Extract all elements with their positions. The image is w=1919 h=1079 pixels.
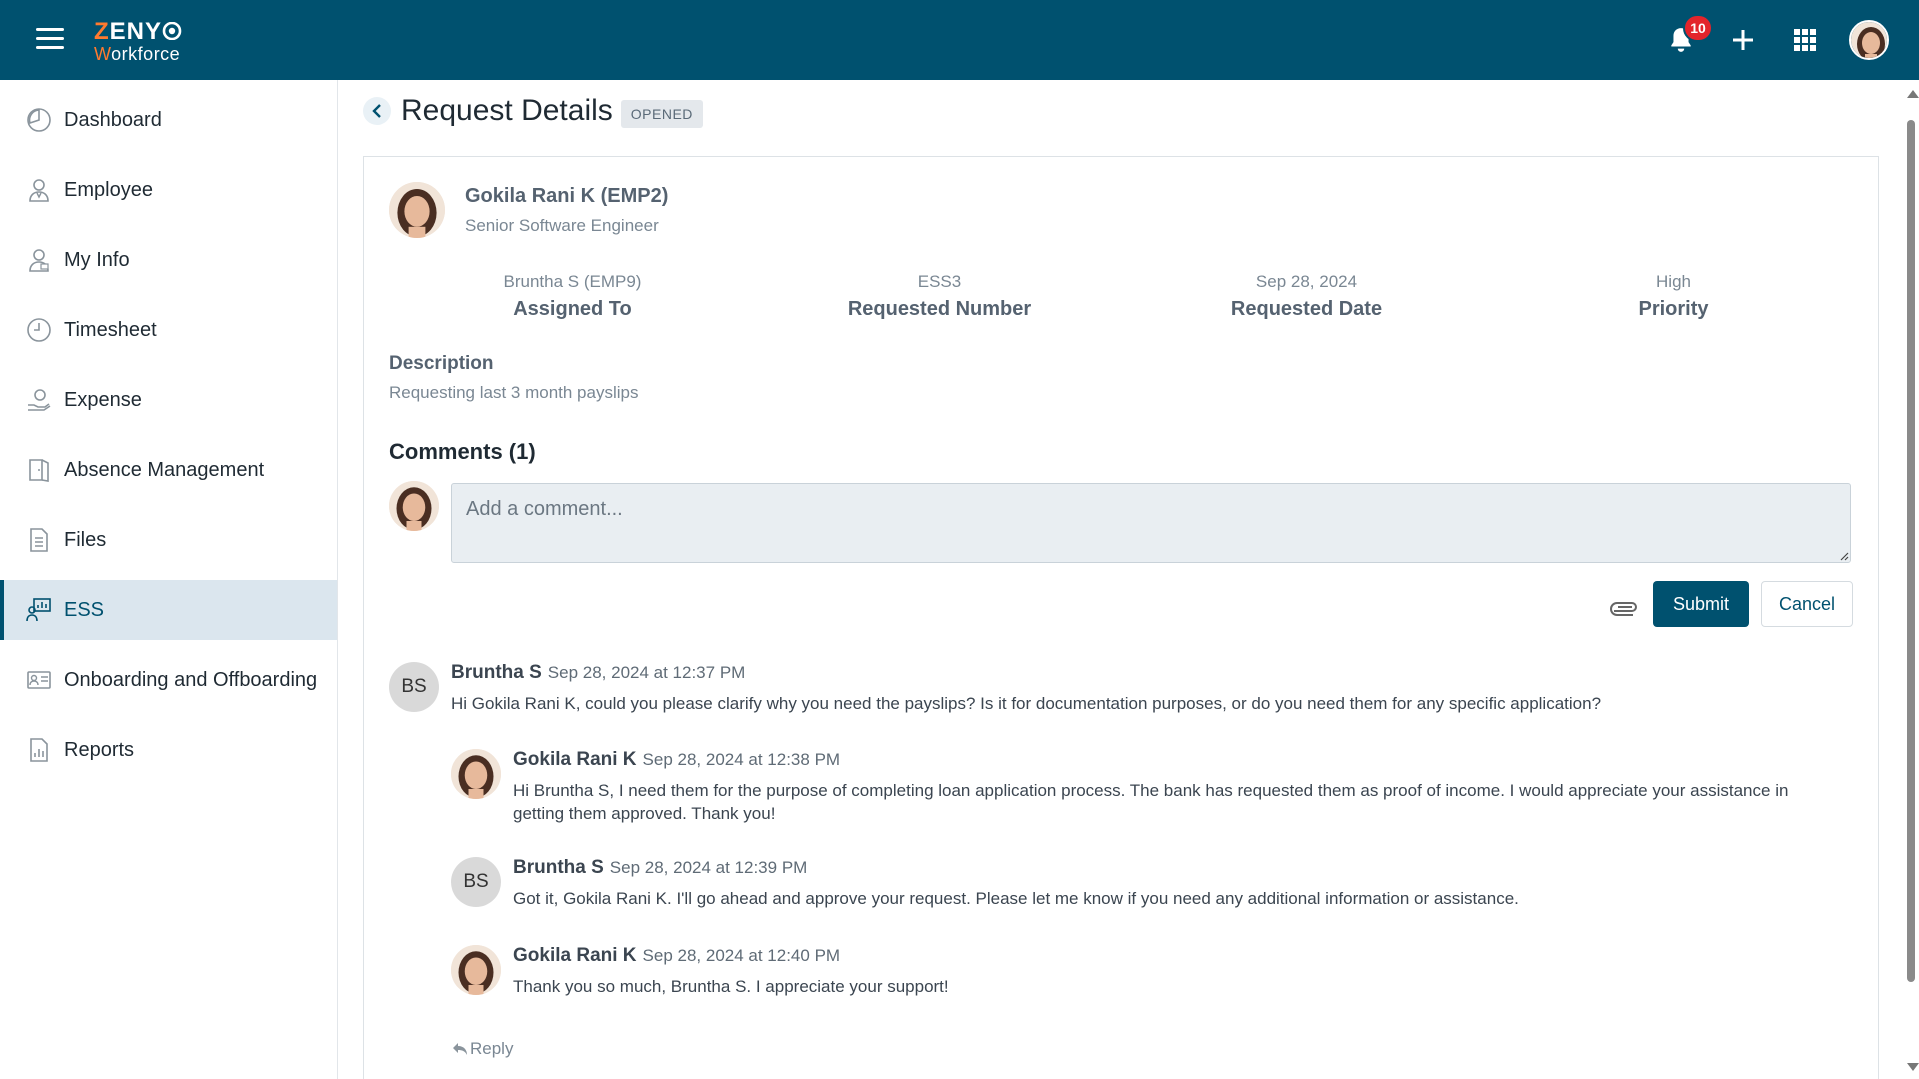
info-priority: High Priority	[1638, 272, 1709, 320]
current-user-photo-icon	[389, 481, 439, 531]
user-avatar[interactable]	[1849, 20, 1889, 60]
plus-icon	[1733, 30, 1753, 50]
comment-reply-avatar	[451, 945, 501, 995]
description-title: Description	[389, 353, 494, 374]
reply-author-photo-icon	[451, 945, 501, 995]
comment-input[interactable]	[451, 483, 1851, 563]
logo-eye-icon	[162, 21, 182, 41]
resize-grip-icon[interactable]	[1839, 551, 1849, 561]
report-icon	[26, 737, 52, 763]
sidebar-item-reports[interactable]: Reports	[0, 720, 337, 780]
info-assigned-to: Bruntha S (EMP9) Assigned To	[503, 272, 642, 320]
comment-body: Hi Bruntha S, I need them for the purpos…	[513, 781, 1789, 823]
comment-time: Sep 28, 2024 at 12:40 PM	[642, 946, 841, 965]
employee-icon	[26, 177, 52, 203]
comment-author: Gokila Rani K	[513, 749, 637, 770]
scroll-down-icon[interactable]	[1907, 1063, 1919, 1071]
comment-author: Bruntha S	[451, 662, 542, 683]
page-scrollbar[interactable]	[1903, 80, 1919, 1079]
requester-name: Gokila Rani K (EMP2)	[465, 185, 669, 207]
comment-time: Sep 28, 2024 at 12:37 PM	[547, 663, 746, 682]
app-logo[interactable]: ZENY Workforce	[94, 20, 182, 63]
info-requested-date: Sep 28, 2024 Requested Date	[1230, 272, 1383, 320]
comments-title: Comments (1)	[389, 439, 536, 464]
requester-role: Senior Software Engineer	[465, 216, 659, 235]
door-icon	[26, 457, 52, 483]
add-button[interactable]	[1725, 22, 1761, 58]
reply-author-photo-icon	[451, 749, 501, 799]
comment-body: Thank you so much, Bruntha S. I apprecia…	[513, 977, 949, 996]
dashboard-icon	[26, 107, 52, 133]
expense-icon	[26, 387, 52, 413]
comment-body: Hi Gokila Rani K, could you please clari…	[451, 694, 1602, 713]
attachment-icon[interactable]	[1610, 595, 1640, 625]
sidebar-item-timesheet[interactable]: Timesheet	[0, 300, 337, 360]
apps-button[interactable]	[1787, 22, 1823, 58]
reply-arrow-icon	[453, 1043, 467, 1055]
cancel-button[interactable]: Cancel	[1761, 581, 1853, 627]
sidebar-item-files[interactable]: Files	[0, 510, 337, 570]
comment-author: Gokila Rani K	[513, 945, 637, 966]
apps-grid-icon	[1794, 29, 1816, 51]
sidebar-item-ess[interactable]: ESS	[0, 580, 337, 640]
comment-reply-avatar	[451, 749, 501, 799]
sidebar-item-my-info[interactable]: My Info	[0, 230, 337, 290]
submit-button[interactable]: Submit	[1653, 581, 1749, 627]
file-icon	[26, 527, 52, 553]
chevron-left-icon	[372, 104, 381, 118]
requester-photo-icon	[389, 182, 445, 238]
scroll-up-icon[interactable]	[1907, 90, 1919, 98]
sidebar-item-absence-management[interactable]: Absence Management	[0, 440, 337, 500]
page-header: Request Details OPENED	[363, 94, 703, 128]
main-content: Request Details OPENED Gokila Rani K (EM…	[339, 80, 1899, 1079]
comment-avatar-initials: BS	[389, 662, 439, 712]
sidebar-item-employee[interactable]: Employee	[0, 160, 337, 220]
my-info-icon	[26, 247, 52, 273]
comment-body: Got it, Gokila Rani K. I'll go ahead and…	[513, 889, 1519, 908]
comment-avatar-initials: BS	[451, 857, 501, 907]
id-card-icon	[26, 667, 52, 693]
sidebar: Dashboard Employee My Info Timesheet Exp…	[0, 80, 338, 1079]
sidebar-item-expense[interactable]: Expense	[0, 370, 337, 430]
current-user-avatar	[389, 481, 439, 531]
ess-icon	[26, 597, 52, 623]
sidebar-item-dashboard[interactable]: Dashboard	[0, 90, 337, 150]
page-title: Request Details	[401, 94, 613, 127]
request-card: Gokila Rani K (EMP2) Senior Software Eng…	[363, 156, 1879, 1079]
requester-avatar	[389, 182, 445, 238]
scroll-thumb[interactable]	[1907, 120, 1915, 982]
menu-icon[interactable]	[36, 28, 64, 52]
request-info-row: Bruntha S (EMP9) Assigned To ESS3 Reques…	[389, 272, 1857, 321]
comment-time: Sep 28, 2024 at 12:39 PM	[609, 858, 808, 877]
user-photo-icon	[1851, 22, 1887, 58]
top-bar: ZENY Workforce 10	[0, 0, 1919, 80]
description-text: Requesting last 3 month payslips	[389, 383, 639, 402]
clock-icon	[26, 317, 52, 343]
comment-author: Bruntha S	[513, 857, 604, 878]
reply-button[interactable]: Reply	[452, 1039, 513, 1059]
back-button[interactable]	[363, 97, 391, 125]
notification-button[interactable]: 10	[1663, 14, 1713, 58]
status-badge: OPENED	[620, 100, 703, 128]
info-requested-number: ESS3 Requested Number	[847, 272, 1032, 320]
sidebar-item-onboarding-offboarding[interactable]: Onboarding and Offboarding	[0, 650, 337, 710]
comment-time: Sep 28, 2024 at 12:38 PM	[642, 750, 841, 769]
notification-badge: 10	[1683, 14, 1713, 42]
